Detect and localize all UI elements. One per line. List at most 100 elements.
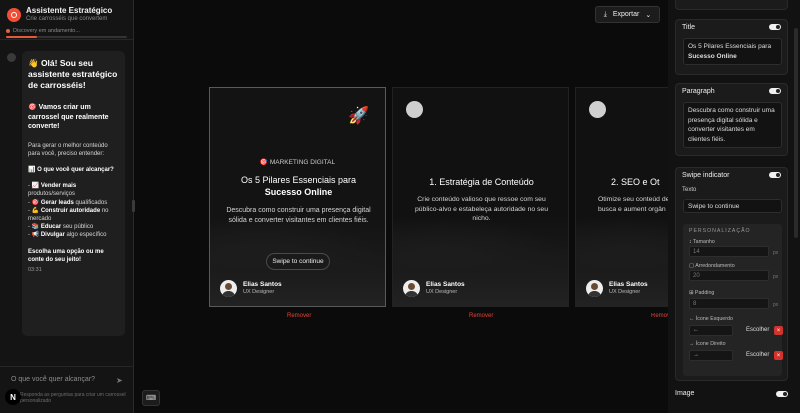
paragraph-textarea[interactable]: Descubra como construir uma presença dig… (683, 102, 782, 148)
left-icon-choose-button[interactable]: Escolher (746, 327, 769, 333)
size-label-text: Tamanho (693, 239, 715, 245)
slide-title: Os 5 Pilares Essenciais para Sucesso Onl… (220, 174, 377, 198)
left-icon-delete-icon[interactable]: × (774, 326, 783, 335)
export-label: Exportar (612, 11, 640, 18)
status-text: Discovery em andamento... (13, 28, 80, 34)
sidebar-subtitle: Crie carrosséis que convertem (26, 16, 108, 22)
remove-slide-1-button[interactable]: Remover (287, 313, 311, 319)
slide-placeholder-icon (589, 101, 606, 118)
swipe-toggle[interactable] (769, 172, 781, 178)
slide-placeholder-icon (406, 101, 423, 118)
padding-input[interactable]: 8 (689, 298, 769, 309)
personalization-panel: PERSONALIZAÇÃO ↕ Tamanho 14 px ▢ Arredon… (683, 224, 783, 376)
padding-label-text: Padding (694, 290, 715, 296)
message-intro: 🎯 Vamos criar um carrossel que realmente… (28, 104, 109, 130)
next-logo-icon: N (5, 389, 21, 405)
message-option: - 📈 Vender mais produtos/serviços (28, 183, 77, 198)
padding-label: ⊞ Padding (689, 290, 715, 296)
author-name: Elias Santos (426, 281, 465, 288)
author-role: UX Designer (609, 289, 641, 295)
sidebar-header: Assistente Estratégico Crie carrosséis q… (0, 0, 133, 40)
author-role: UX Designer (426, 289, 458, 295)
slide-tag: 🎯 MARKETING DIGITAL (259, 159, 336, 166)
bot-avatar-icon (7, 53, 16, 62)
swipe-text-input[interactable]: Swipe to continue (683, 199, 782, 213)
chat-input-area (0, 366, 134, 413)
image-section-label: Image (675, 390, 695, 397)
left-icon-input[interactable]: ← (689, 325, 733, 336)
paragraph-toggle[interactable] (769, 88, 781, 94)
radius-label: ▢ Arredondamento (689, 263, 735, 269)
slide-author: Elias Santos UX Designer (403, 280, 465, 297)
send-icon[interactable]: ➤ (116, 376, 123, 385)
right-icon-delete-icon[interactable]: × (774, 351, 783, 360)
slide-author: Elias Santos UX Designer (220, 280, 282, 297)
keyboard-icon[interactable]: ⌨ (142, 390, 160, 406)
swipe-indicator[interactable]: Swipe to continue (266, 253, 330, 270)
slide-3[interactable]: 2. SEO e Ot Otimize seu conteúd de busca… (575, 87, 668, 307)
left-icon-label: ← Ícone Esquerdo (689, 316, 733, 322)
author-role: UX Designer (243, 289, 275, 295)
right-icon-label: → Ícone Direito (689, 341, 726, 347)
remove-slide-2-button[interactable]: Remover (469, 313, 493, 319)
remove-slide-3-button[interactable]: Remov (651, 313, 668, 319)
author-name: Elias Santos (243, 281, 282, 288)
title-line2: Sucesso Online (688, 52, 737, 60)
title-textarea[interactable]: Os 5 Pilares Essenciais para Sucesso Onl… (683, 38, 782, 65)
title-section-label: Title (682, 24, 695, 31)
progress-bar (6, 36, 127, 38)
slide-description: Otimize seu conteúd de busca e aument or… (598, 196, 668, 213)
progress-fill (6, 36, 38, 38)
app-logo-icon (7, 8, 21, 22)
chat-input[interactable]: O que você quer alcançar? (11, 376, 95, 383)
title-section: Title Os 5 Pilares Essenciais para Suces… (675, 19, 788, 75)
sidebar-title: Assistente Estratégico (26, 6, 113, 15)
avatar (220, 280, 237, 297)
right-icon-choose-button[interactable]: Escolher (746, 352, 769, 358)
slide-title: 1. Estratégia de Conteúdo (429, 177, 534, 187)
panel-scrollbar[interactable] (794, 28, 798, 238)
status-dot-icon (6, 29, 10, 33)
left-icon-label-text: Ícone Esquerdo (695, 316, 733, 322)
title-line1: Os 5 Pilares Essenciais para (688, 43, 772, 50)
radius-unit: px (773, 274, 779, 280)
sidebar-resize-handle[interactable] (132, 200, 135, 212)
size-unit: px (773, 250, 779, 256)
assistant-message: 👋 Olá! Sou seu assistente estratégico de… (22, 51, 125, 336)
right-icon-label-text: Ícone Direito (695, 341, 726, 347)
title-toggle[interactable] (769, 24, 781, 30)
slide-1[interactable]: 🚀 🎯 MARKETING DIGITAL Os 5 Pilares Essen… (209, 87, 386, 307)
slide-description: Descubra como construir uma presença dig… (226, 207, 371, 224)
chevron-down-icon: ⌄ (645, 11, 652, 19)
image-toggle[interactable] (776, 391, 788, 397)
radius-input[interactable]: 20 (689, 270, 769, 281)
personalization-title: PERSONALIZAÇÃO (689, 228, 751, 234)
swipe-section: Swipe indicator Texto Swipe to continue … (675, 167, 788, 381)
avatar (586, 280, 603, 297)
slide-title: 2. SEO e Ot (611, 177, 660, 187)
size-input[interactable]: 14 (689, 246, 769, 257)
slide-title-bold: Sucesso Online (264, 187, 333, 197)
message-options: - 📈 Vender mais produtos/serviços - 🎯 Ger… (28, 182, 119, 239)
section-top (675, 0, 788, 10)
padding-unit: px (773, 302, 779, 308)
message-option: - 📢 Divulgar algo específico (28, 232, 107, 239)
message-time: 03:31 (28, 266, 42, 273)
slide-description: Crie conteúdo valioso que ressoe com seu… (414, 196, 548, 222)
message-option: - 🎯 Gerar leads qualificados (28, 199, 108, 206)
chat-hint: Responda as perguntas para criar um carr… (20, 392, 126, 404)
status-indicator: Discovery em andamento... (6, 28, 80, 34)
message-option: - 💪 Construir autoridade no mercado (28, 207, 109, 222)
paragraph-section-label: Paragraph (682, 88, 715, 95)
rocket-icon: 🚀 (348, 106, 370, 125)
slide-2[interactable]: 1. Estratégia de Conteúdo Crie conteúdo … (392, 87, 569, 307)
image-section: Image (675, 389, 788, 401)
assistant-sidebar: Assistente Estratégico Crie carrosséis q… (0, 0, 135, 413)
message-option: - 📚 Educar seu público (28, 224, 94, 231)
radius-label-text: Arredondamento (695, 263, 735, 269)
slide-title-text: Os 5 Pilares Essenciais para (240, 175, 357, 185)
right-icon-input[interactable]: → (689, 350, 733, 361)
export-button[interactable]: ⤓ Exportar ⌄ (595, 6, 660, 23)
message-greeting: 👋 Olá! Sou seu assistente estratégico de… (28, 58, 118, 90)
slide-author: Elias Santos UX Designer (586, 280, 648, 297)
